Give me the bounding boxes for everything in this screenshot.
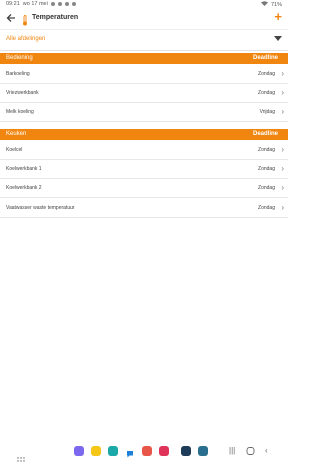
item-deadline: Zondag — [258, 205, 275, 211]
app-icon-3[interactable] — [108, 446, 118, 456]
item-deadline: Zondag — [258, 90, 275, 96]
filter-selected-value: Alle afdelingen — [6, 36, 46, 42]
item-name: Koelwerkbank 2 — [6, 185, 42, 191]
app-icon-1[interactable] — [74, 446, 84, 456]
chevron-right-icon: › — [281, 107, 284, 116]
item-name: Barkoeling — [6, 71, 30, 77]
chevron-right-icon: › — [281, 88, 284, 97]
item-deadline: Zondag — [258, 185, 275, 191]
status-date: wo 17 mei — [22, 1, 48, 7]
chat-app-icon[interactable] — [125, 446, 135, 458]
section-name: Bediening — [6, 55, 33, 61]
chevron-right-icon: › — [281, 145, 284, 154]
add-button[interactable]: + — [274, 10, 282, 24]
notification-icon — [64, 2, 69, 6]
notification-icon — [57, 2, 62, 6]
item-name: Koelwerkbank 1 — [6, 166, 42, 172]
app-drawer-icon[interactable] — [17, 449, 25, 462]
list-item[interactable]: Koelcel Zondag › — [0, 141, 288, 160]
home-icon[interactable] — [246, 446, 255, 459]
notification-icon — [71, 2, 76, 6]
status-time: 09:21 — [6, 1, 20, 7]
chevron-right-icon: › — [281, 203, 284, 212]
chevron-right-icon: › — [281, 69, 284, 78]
item-deadline: Zondag — [258, 166, 275, 172]
department-filter-dropdown[interactable]: Alle afdelingen — [0, 29, 288, 51]
list-item[interactable]: Koelwerkbank 1 Zondag › — [0, 160, 288, 179]
recent-apps-icon[interactable]: ||| — [229, 446, 235, 456]
deadline-column-header: Deadline — [252, 55, 278, 61]
item-deadline: Vrijdag — [259, 109, 275, 115]
app-icon-7[interactable] — [181, 446, 191, 456]
page-title: Temperaturen — [32, 14, 79, 21]
app-icon-8[interactable] — [198, 446, 208, 456]
notification-icon — [50, 2, 55, 6]
list-item[interactable]: Vriezwerkbank Zondag › — [0, 84, 288, 103]
item-deadline: Zondag — [258, 147, 275, 153]
app-icon-5[interactable] — [142, 446, 152, 456]
item-name: Vriezwerkbank — [6, 90, 39, 96]
section-name: Keuken — [6, 131, 27, 137]
section-header-keuken: Keuken Deadline — [0, 129, 288, 140]
item-deadline: Zondag — [258, 71, 275, 77]
app-bar: Temperaturen + — [0, 9, 288, 29]
thermometer-icon — [22, 13, 28, 26]
battery-level: 71% — [270, 1, 282, 8]
item-name: Koelcel — [6, 147, 23, 153]
list-item[interactable]: Vaatwasser waste temperatuur Zondag › — [0, 199, 288, 218]
deadline-column-header: Deadline — [252, 131, 278, 137]
back-nav-icon[interactable]: ‹ — [265, 446, 268, 456]
app-icon-6[interactable] — [159, 446, 169, 456]
wifi-icon — [260, 1, 268, 8]
chevron-down-icon — [274, 36, 282, 41]
chevron-right-icon: › — [281, 164, 284, 173]
list-item[interactable]: Melk koeling Vrijdag › — [0, 103, 288, 122]
item-name: Melk koeling — [6, 109, 34, 115]
section-header-bediening: Bediening Deadline — [0, 53, 288, 64]
app-icon-2[interactable] — [91, 446, 101, 456]
item-name: Vaatwasser waste temperatuur — [6, 205, 75, 211]
back-arrow-icon[interactable] — [6, 12, 16, 24]
status-bar: 09:21 wo 17 mei 71% — [0, 0, 288, 9]
chevron-right-icon: › — [281, 183, 284, 192]
list-item[interactable]: Koelwerkbank 2 Zondag › — [0, 179, 288, 198]
list-item[interactable]: Barkoeling Zondag › — [0, 65, 288, 84]
